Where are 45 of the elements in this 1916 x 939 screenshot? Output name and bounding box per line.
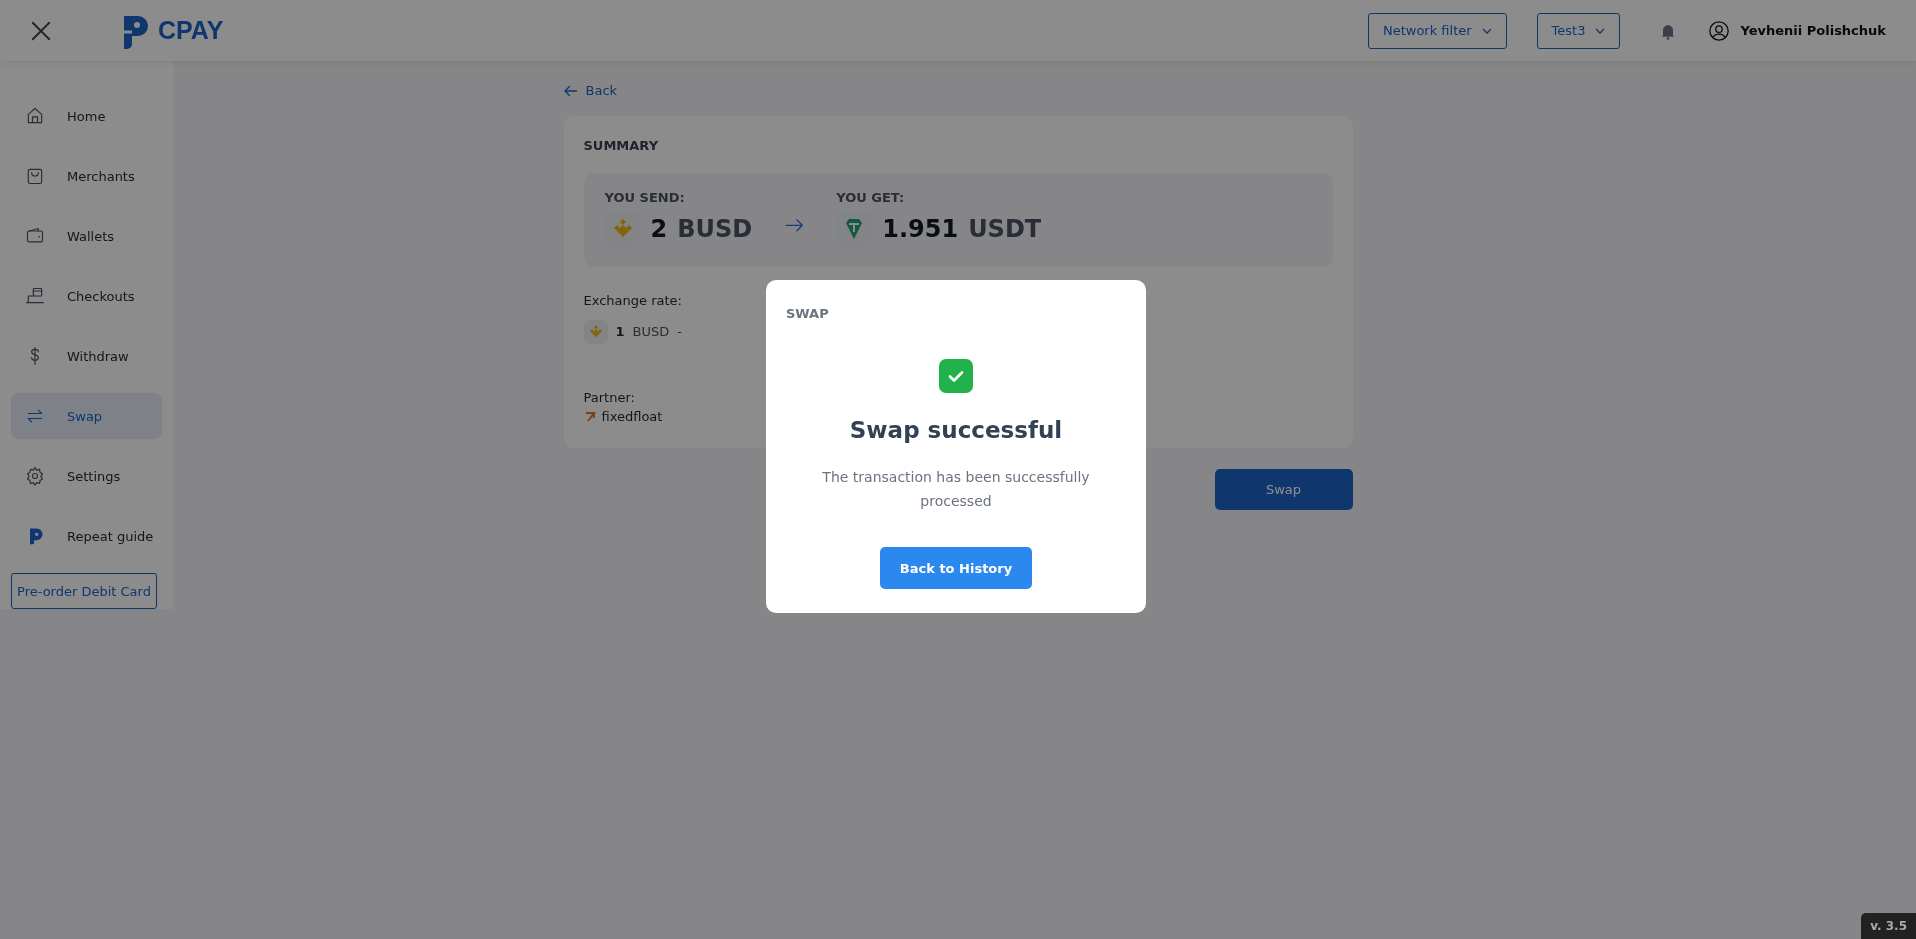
field-label: Partner: — [583, 389, 636, 405]
close-icon[interactable] — [30, 19, 52, 42]
coin-icon — [583, 319, 608, 344]
sidebar-item[interactable]: Withdraw — [11, 333, 162, 379]
sidebar-item[interactable]: Repeat guide — [11, 513, 162, 559]
network-filter-dropdown[interactable]: Network filter — [1367, 12, 1507, 49]
caret-icon — [1595, 27, 1606, 34]
check-icon — [939, 359, 973, 393]
partner-name: fixedfloat — [601, 408, 663, 424]
project-dropdown[interactable]: Test3 — [1536, 12, 1621, 49]
currency: USDT — [968, 214, 1042, 243]
field-label: Exchange rate: — [583, 292, 683, 308]
currency: BUSD — [677, 214, 753, 243]
back-to-history-button[interactable]: Back to History — [879, 547, 1033, 589]
separator: - — [677, 324, 682, 339]
dialog-title: SWAP — [786, 306, 829, 321]
partner-logo-icon — [583, 410, 596, 422]
bag-icon — [25, 166, 45, 186]
dialog-message: The transaction has been successfully processed — [821, 468, 1091, 511]
home-icon — [25, 106, 45, 126]
user-name[interactable]: Yevhenii Polishchuk — [1740, 23, 1886, 38]
sidebar-item[interactable]: Swap — [11, 393, 162, 439]
swap-button[interactable]: Swap — [1214, 468, 1353, 510]
pre-order-button[interactable]: Pre-order Debit Card — [11, 573, 157, 609]
version-label: v. 3.5 — [1861, 913, 1916, 939]
amount: 1.951 — [882, 214, 959, 243]
sidebar-item[interactable]: Home — [11, 93, 162, 139]
currency: BUSD — [632, 324, 670, 339]
user-icon[interactable] — [1708, 19, 1731, 42]
sidebar-item[interactable]: Merchants — [11, 153, 162, 199]
caret-icon — [1481, 27, 1492, 34]
sidebar-item[interactable]: Settings — [11, 453, 162, 499]
gear-icon — [25, 466, 45, 486]
terminal-icon — [25, 286, 45, 306]
arrow-left-icon — [563, 84, 578, 97]
sidebar-item[interactable]: Checkouts — [11, 273, 162, 319]
sidebar-item[interactable]: Wallets — [11, 213, 162, 259]
amount: 2 — [650, 214, 668, 243]
dialog-heading: Swap successful — [849, 417, 1063, 443]
back-link[interactable]: Back — [563, 83, 618, 98]
amount: 1 — [615, 324, 625, 339]
field-label: YOU GET: — [836, 189, 906, 205]
section-title: SUMMARY — [583, 137, 660, 153]
field-label: YOU SEND: — [604, 189, 686, 205]
brand-name: CPAY — [158, 16, 224, 45]
